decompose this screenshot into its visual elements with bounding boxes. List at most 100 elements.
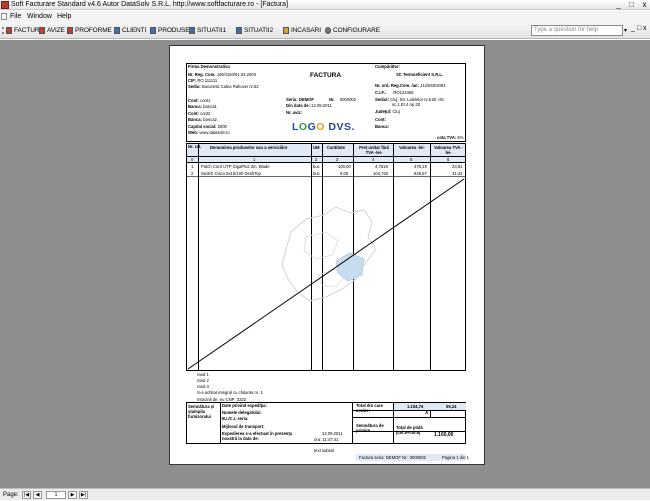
menu-help[interactable]: Help (57, 11, 71, 22)
last-page-button[interactable]: ▶| (79, 491, 88, 499)
status-bar: Page: |◀ ◀ 1 ▶ ▶| (0, 488, 650, 500)
products-icon (150, 27, 156, 34)
buyer-cif: C.I.F.: RO123456 (375, 90, 414, 95)
toolbar-clienti[interactable]: CLIENTI (114, 22, 146, 39)
supplier-cont2: Cont: cont2 (188, 111, 211, 116)
row-um: buc (313, 171, 320, 176)
note-line: rand 3 (197, 384, 209, 389)
col-index: 2 (315, 157, 318, 162)
supplier-cont1: Cont: cont1 (188, 98, 211, 103)
menu-window[interactable]: Window (27, 11, 52, 22)
buyer-sediu-line2: sc.1 Et.4 Ap.20 (392, 102, 421, 107)
buyer-banca: Banca: (375, 124, 389, 129)
prev-page-button[interactable]: ◀ (33, 491, 42, 499)
supplier-name: Firma Demonstrativa (188, 64, 230, 69)
menu-file[interactable]: File (10, 11, 21, 22)
delivery-note-icon (39, 27, 45, 34)
app-icon (1, 1, 9, 9)
row-qty: 6,00 (340, 171, 349, 176)
supplier-cif: CIF: RO 111111 (188, 78, 218, 83)
id-label: B.I./C.I. seria: (222, 416, 249, 421)
col-header-qty: Cantitate (327, 145, 345, 150)
supplier-banca1: Banca: banca1 (188, 104, 217, 109)
shipping-date: 12.09.2011 (322, 431, 343, 436)
col-header-vat: Valoarea TVA -lei- (434, 145, 463, 155)
col-header-price: Preţ unitar fără TVA -lei- (359, 145, 389, 155)
total-vat: 55,24 (446, 404, 457, 409)
supplier-banca2: Banca: banca2 (188, 117, 217, 122)
total-label: Total din care accize: (356, 403, 383, 413)
invoice-series: Seria: DEMOF (286, 97, 314, 102)
col-index: 4 (372, 157, 375, 162)
col-header-nr: Nr. crt. (188, 144, 202, 149)
help-dropdown-icon[interactable]: ▾ (624, 27, 627, 34)
child-close-button[interactable]: x (643, 25, 647, 32)
report-icon (236, 27, 242, 34)
invoice-number: Nr. 0000002 (329, 97, 357, 102)
page-indicator: Pagina 1 din 1 (442, 455, 469, 460)
toolbar-proforme[interactable]: PROFORME (67, 22, 112, 39)
toolbar-situatii1[interactable]: SITUATII1 (189, 22, 226, 39)
first-page-button[interactable]: |◀ (22, 491, 31, 499)
footer-subtext: text subsol (314, 448, 335, 453)
gear-icon (325, 27, 331, 34)
row-qty: 100,00 (338, 164, 351, 169)
window-title: Soft Facturare Standard v4.6 Autor DataS… (11, 1, 289, 8)
next-page-button[interactable]: ▶ (68, 491, 77, 499)
invoice-date: Din data de: 12.09.2011 (286, 103, 332, 108)
col-header-value: Valoarea -lei- (399, 145, 425, 150)
buyer-reg: Nr. ord. Reg.Com. /an: J12/845/2004 (375, 83, 446, 88)
row-name: Switch Cisco 8x10/100 DeskTop (201, 171, 261, 176)
toolbar-avize[interactable]: AVIZE (39, 22, 65, 39)
toolbar-situatii2[interactable]: SITUATII2 (236, 22, 273, 39)
payment-label: Total de plată (col.5+col.6) (396, 425, 423, 435)
supplier-sediu: Sediu: Bucuresti Calea Rahovei nr.52 (188, 84, 259, 89)
child-minimize-button[interactable]: _ (631, 25, 635, 32)
row-vat: 31,43 (452, 171, 463, 176)
note-line: rand 1 (197, 372, 209, 377)
col-header-um: UM (313, 145, 320, 150)
row-price: 4,7619 (375, 164, 388, 169)
restore-button[interactable]: □ (625, 0, 638, 10)
vat-rate: cota TVA: 5% (437, 135, 464, 140)
payment-value: 1.160,00 (434, 432, 454, 438)
map-watermark (187, 178, 465, 370)
bottom-number: Nr.: 0000002 (402, 455, 426, 460)
total-value: 1.104,76 (407, 404, 424, 409)
col-index: 1 (253, 157, 256, 162)
toolbar-facturi[interactable]: FACTURI (6, 22, 41, 39)
invoice-page: Firma Demonstrativa Nr. Reg. Com. J40/41… (169, 45, 485, 465)
minimize-button[interactable]: _ (612, 0, 625, 10)
row-name: Patch Cord UTP GigaPlus 2m, Blade (201, 164, 270, 169)
row-nr: 1 (191, 164, 194, 169)
supplier-web: Web: www.datasolv.ro (188, 130, 230, 135)
excise-value: X (425, 410, 429, 416)
buyer-name: SC Termoeficient S.R.L. (396, 72, 444, 77)
invoice-aviz: Nr. aviz: (286, 110, 303, 115)
report-icon (189, 27, 195, 34)
close-button[interactable]: x (638, 0, 650, 10)
invoice-title: FACTURA (310, 72, 342, 79)
row-nr: 2 (191, 171, 194, 176)
page-number-input[interactable]: 1 (46, 491, 66, 499)
payments-icon (283, 27, 289, 34)
note-line: S-a achitat integral cu chitanta nr. 1 (197, 390, 263, 395)
col-index: 6 (447, 157, 450, 162)
expedition-label: Date privind expediţia: (222, 403, 267, 408)
delegate-label: Numele delegatului: (222, 410, 262, 415)
toolbar-configurare[interactable]: CONFIGURARE (325, 22, 380, 39)
shipping-time: ora: 11:47:41 (314, 437, 339, 442)
row-price: 104,762 (373, 171, 389, 176)
supplier-reg: Nr. Reg. Com. J40/4184/01.03.2003 (188, 72, 256, 77)
help-search-input[interactable]: Type a question for help (531, 25, 623, 36)
title-bar: Soft Facturare Standard v4.6 Autor DataS… (0, 0, 650, 10)
child-restore-button[interactable]: □ (637, 25, 641, 32)
buyer-judet: Judeţul: Cluj (375, 109, 400, 114)
company-logo: LOGO DVS. (292, 121, 355, 133)
toolbar-incasari[interactable]: INCASARI (283, 22, 321, 39)
toolbar-produse[interactable]: PRODUSE (150, 22, 190, 39)
note-line: rand 2 (197, 378, 209, 383)
shipping-label: Expedierea s-a efectuat în prezenţa noas… (222, 431, 293, 441)
supplier-signature-label: Semnătura şi ştampila furnizorului (188, 404, 215, 419)
bottom-series: Factura seria: DEMOF (359, 455, 401, 460)
